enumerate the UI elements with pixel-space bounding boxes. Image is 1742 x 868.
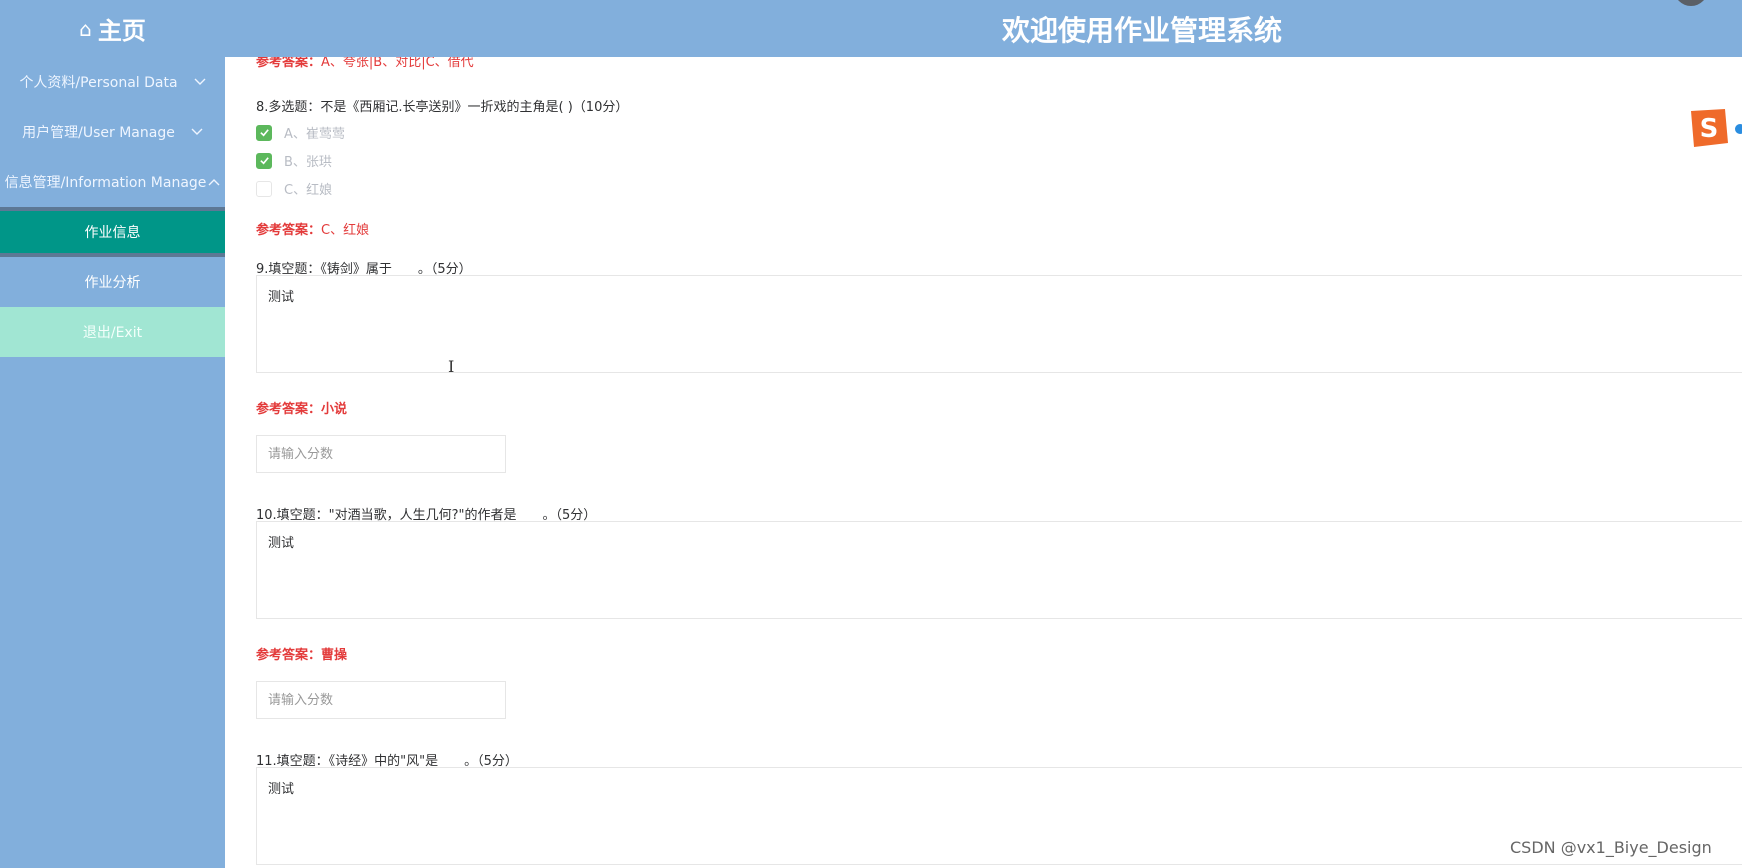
answer-prefix: 参考答案： (256, 223, 322, 238)
home-link[interactable]: ⌂ 主页 (0, 0, 225, 57)
q9-answer-textarea[interactable]: 测试 (256, 275, 1742, 373)
sidebar-item-personal-data[interactable]: 个人资料/Personal Data (0, 57, 225, 107)
reference-answer: 参考答案：曹操 (256, 644, 347, 663)
text-cursor-icon: I (448, 357, 455, 376)
sidebar-subitem-homework-info[interactable]: 作业信息 (0, 211, 225, 253)
top-header: ⌂ 主页 欢迎使用作业管理系统 (0, 0, 1742, 57)
question-8-title: 8.多选题：不是《西厢记.长亭送别》一折戏的主角是( )（10分） (256, 100, 629, 115)
checkbox-unchecked-icon[interactable] (256, 180, 272, 197)
q10-score-input[interactable] (256, 681, 506, 719)
answer-value: C、红娘 (321, 223, 370, 238)
reference-answer: 参考答案：A、夸张|B、对比|C、借代 (256, 57, 474, 70)
q10-answer-textarea[interactable]: 测试 (256, 521, 1742, 619)
q8-option-c[interactable]: C、红娘 (256, 179, 332, 198)
svg-text:S: S (1700, 114, 1719, 144)
answer-value: A、夸张|B、对比|C、借代 (321, 57, 474, 70)
submenu: 作业信息 (0, 207, 225, 257)
q8-option-b[interactable]: B、张珙 (256, 151, 332, 170)
watermark: CSDN @vx1_Biye_Design (1510, 838, 1712, 857)
sidebar: 个人资料/Personal Data 用户管理/User Manage 信息管理… (0, 57, 225, 868)
chevron-down-icon (191, 126, 203, 139)
checkbox-checked-icon[interactable] (256, 124, 272, 141)
q9-score-input[interactable] (256, 435, 506, 473)
chevron-down-icon (194, 76, 206, 89)
reference-answer: 参考答案：C、红娘 (256, 219, 369, 238)
checkbox-checked-icon[interactable] (256, 152, 272, 169)
sidebar-item-label: 信息管理/Information Manage (4, 175, 207, 191)
sogou-ime-icon[interactable]: S (1681, 105, 1742, 151)
sidebar-item-label: 用户管理/User Manage (22, 125, 175, 141)
option-label: B、张珙 (284, 155, 332, 170)
answer-value: 曹操 (321, 648, 348, 663)
answer-prefix: 参考答案： (256, 648, 322, 663)
sidebar-item-user-manage[interactable]: 用户管理/User Manage (0, 107, 225, 157)
site-title: 欢迎使用作业管理系统 (1001, 13, 1282, 47)
sidebar-item-information-manage[interactable]: 信息管理/Information Manage (0, 157, 225, 207)
answer-prefix: 参考答案： (256, 402, 322, 417)
answer-value: 小说 (321, 402, 348, 417)
home-icon: ⌂ (79, 16, 92, 41)
option-label: C、红娘 (284, 183, 333, 198)
sidebar-item-label: 个人资料/Personal Data (19, 75, 178, 91)
answer-prefix: 参考答案： (256, 57, 322, 70)
avatar[interactable] (1674, 0, 1708, 6)
option-label: A、崔莺莺 (284, 127, 345, 142)
sidebar-subitem-homework-analysis[interactable]: 作业分析 (0, 257, 225, 307)
q8-option-a[interactable]: A、崔莺莺 (256, 123, 345, 142)
chevron-up-icon (208, 176, 220, 189)
exit-button[interactable]: 退出/Exit (0, 307, 225, 357)
reference-answer: 参考答案：小说 (256, 398, 347, 417)
home-label: 主页 (97, 17, 146, 45)
main-content: 参考答案：A、夸张|B、对比|C、借代 8.多选题：不是《西厢记.长亭送别》一折… (225, 57, 1742, 868)
